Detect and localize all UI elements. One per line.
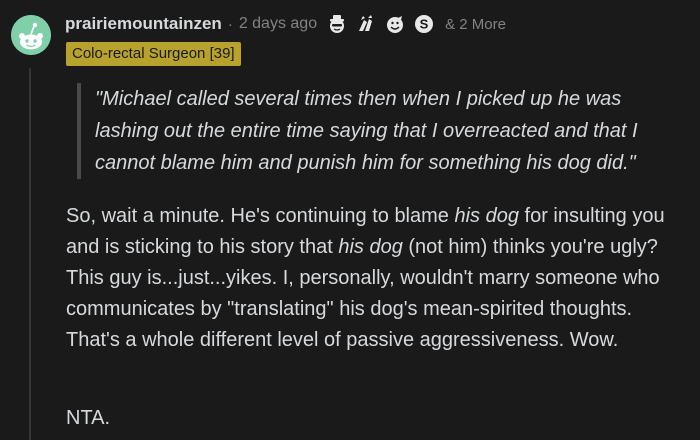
quote-text: "Michael called several times then when …	[95, 88, 638, 174]
comment-meta: prairiemountainzen · 2 days ago S & 2 Mo…	[65, 11, 506, 37]
user-flair: Colo-rectal Surgeon [39]	[66, 42, 241, 66]
svg-text:S: S	[420, 17, 429, 32]
comment: prairiemountainzen · 2 days ago S & 2 Mo…	[0, 0, 700, 440]
thread-line[interactable]	[29, 68, 31, 440]
snoo-avatar-icon	[11, 15, 51, 55]
blockquote: "Michael called several times then when …	[77, 83, 677, 179]
awards-row[interactable]: S	[327, 14, 443, 34]
timestamp-link[interactable]: 2 days ago	[239, 15, 317, 33]
face-award-icon	[387, 16, 404, 33]
hands-award-icon	[359, 15, 373, 31]
emphasis-his-dog: his dog	[454, 205, 519, 227]
more-awards-link[interactable]: & 2 More	[445, 16, 506, 33]
comment-paragraph: So, wait a minute. He's continuing to bl…	[66, 201, 678, 356]
meta-separator: ·	[227, 15, 233, 33]
verdict-text: NTA.	[66, 407, 111, 429]
body-text-part: So, wait a minute. He's continuing to bl…	[66, 205, 455, 227]
username-link[interactable]: prairiemountainzen	[65, 14, 222, 34]
emphasis-his-dog: his dog	[338, 236, 403, 258]
comment-body: So, wait a minute. He's continuing to bl…	[66, 201, 678, 356]
hat-face-award-icon	[330, 15, 345, 33]
avatar[interactable]	[11, 15, 51, 55]
silver-coin-award-icon: S	[415, 15, 434, 33]
